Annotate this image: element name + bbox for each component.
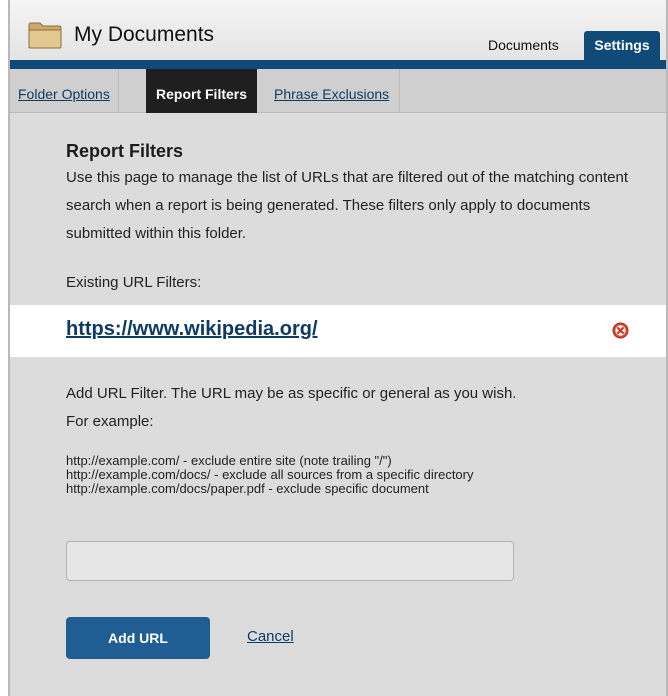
add-help-line: Add URL Filter. The URL may be as specif… [66,385,517,402]
subtab-report-filters[interactable]: Report Filters [146,69,258,113]
page-title: My Documents [74,23,215,46]
example-item: http://example.com/docs/ - exclude all s… [66,467,474,482]
add-url-button[interactable]: Add URL [66,617,210,659]
subtab-folder-options[interactable]: Folder Options [10,69,119,113]
header-divider [10,60,666,69]
filter-url-link[interactable]: https://www.wikipedia.org/ [66,318,318,341]
report-filters-intro: Report Filters Use this page to manage t… [66,138,646,248]
settings-panel: My Documents Documents Settings Folder O… [8,0,668,696]
tab-documents[interactable]: Documents [476,31,571,60]
subtab-phrase-exclusions[interactable]: Phrase Exclusions [266,69,401,113]
add-help-example-label: For example: [66,413,154,430]
filter-row: https://www.wikipedia.org/ [10,305,666,357]
section-title: Report Filters [66,141,184,161]
add-filter-help: Add URL Filter. The URL may be as specif… [66,380,646,436]
cancel-link[interactable]: Cancel [247,628,294,645]
folder-icon [28,22,62,49]
url-filter-input[interactable] [66,541,514,581]
examples-list: http://example.com/ - exclude entire sit… [66,454,474,496]
header: My Documents Documents Settings [10,0,666,60]
tab-settings[interactable]: Settings [584,31,660,60]
subtab-bar: Folder Options Report Filters Phrase Exc… [10,69,666,113]
section-description: Use this page to manage the list of URLs… [66,169,628,242]
example-item: http://example.com/docs/paper.pdf - excl… [66,481,429,496]
remove-circle-icon[interactable] [612,322,629,339]
existing-filters-label: Existing URL Filters: [66,274,202,291]
example-item: http://example.com/ - exclude entire sit… [66,453,392,468]
